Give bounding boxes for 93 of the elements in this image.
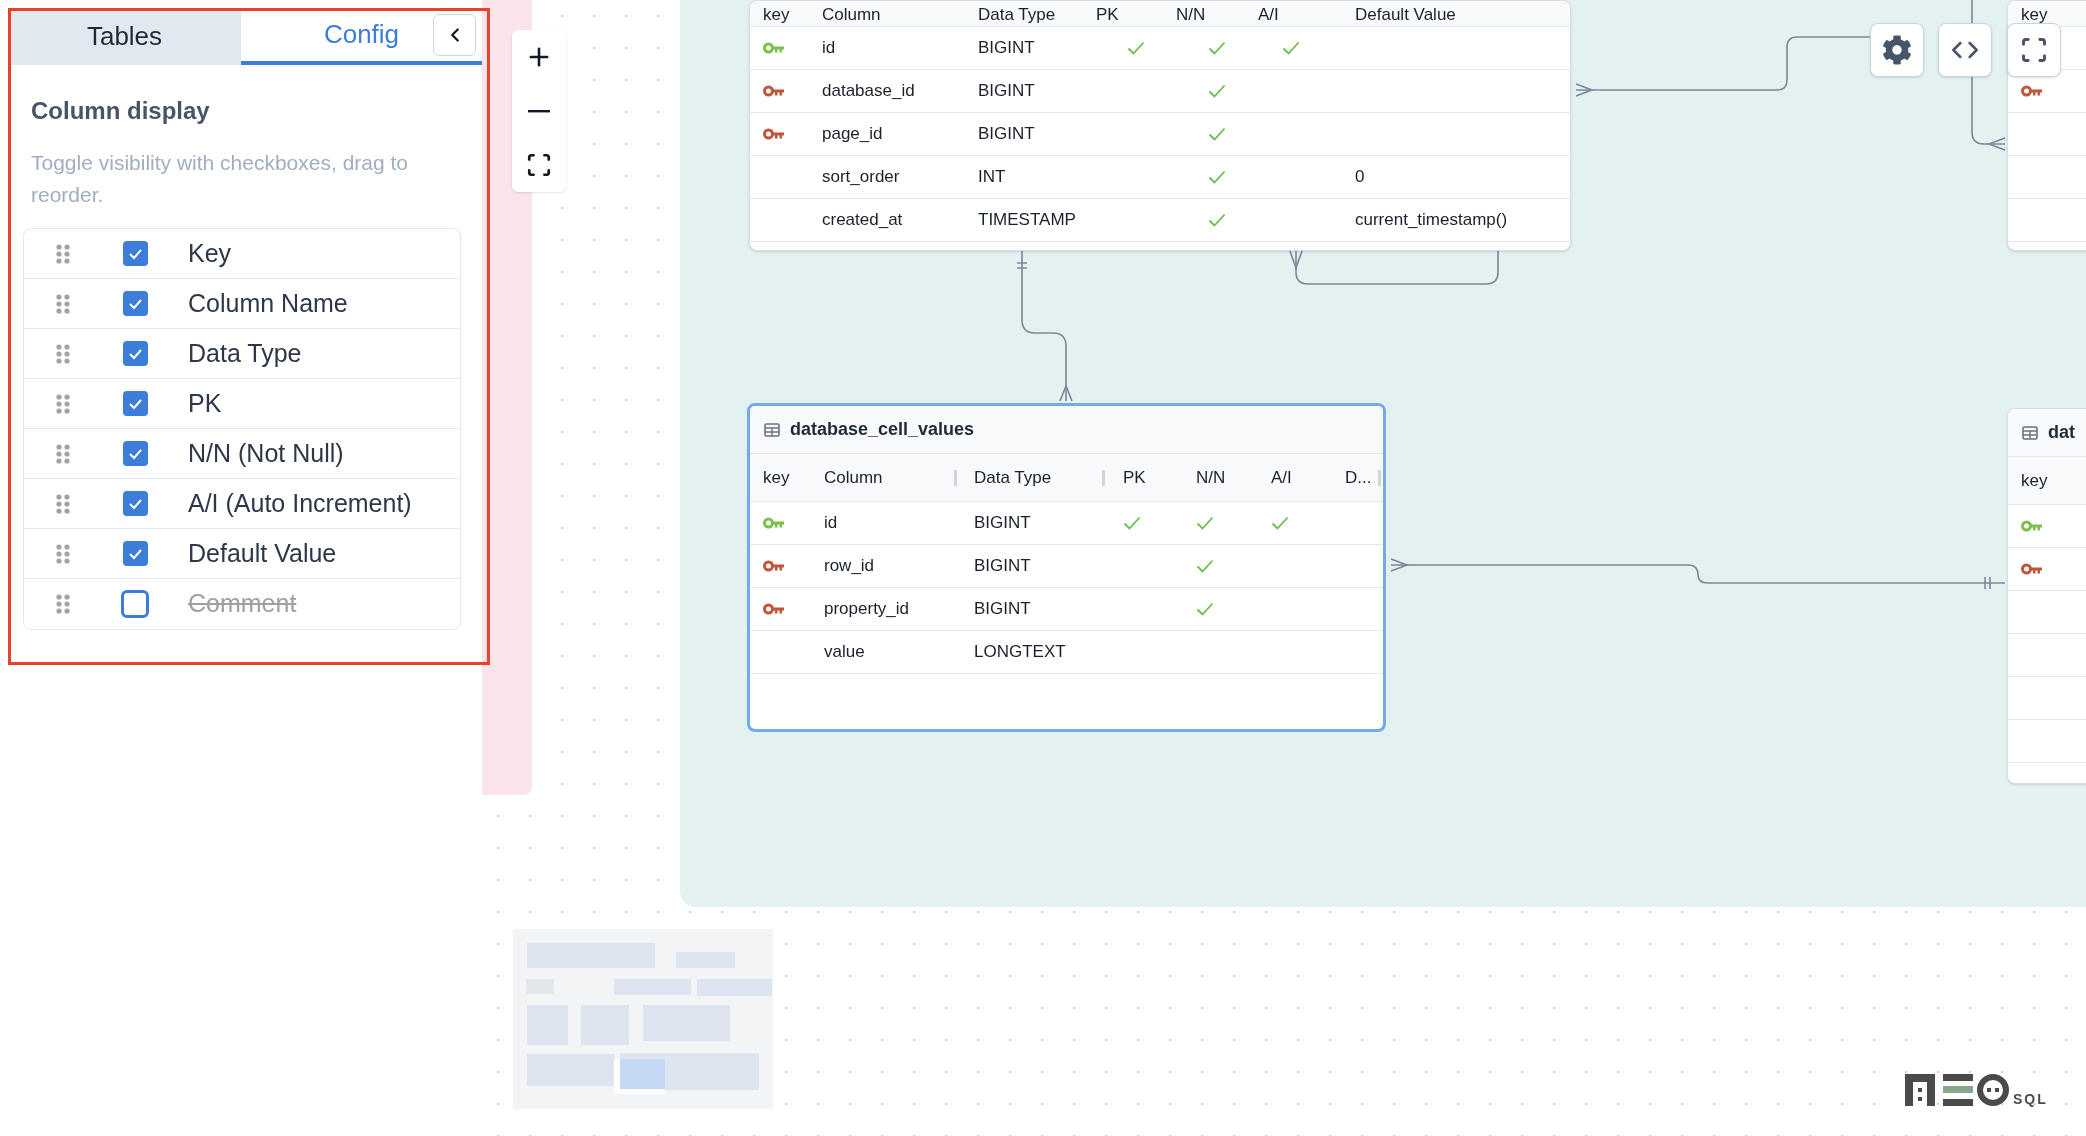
drag-handle-icon [56,443,70,464]
checkmark-icon [127,297,143,310]
table-icon [764,422,780,437]
column-option[interactable]: A/I (Auto Increment) [24,479,460,529]
settings-button[interactable] [1870,23,1924,77]
fullscreen-button[interactable] [2007,23,2061,77]
column-header: A/I [1258,4,1279,26]
column-option-label: Key [188,237,232,269]
column-name-cell-text: id [824,512,838,535]
column-option-label: N/N (Not Null) [188,437,344,469]
drag-handle-icon [56,594,70,614]
column-header: PK [1123,466,1146,489]
column-option-label: Column Name [188,287,348,319]
checkbox[interactable] [122,241,148,266]
drag-handle-icon [56,393,70,414]
collapse-button[interactable] [433,14,476,56]
data-type-cell-text: TIMESTAMP [978,209,1076,232]
data-type-cell-text: BIGINT [978,80,1035,103]
column-header: key [763,466,790,489]
column-option-label: Default Value [188,537,337,569]
column-header: Column [822,4,881,26]
default-value-cell-text: current_timestamp() [1355,209,1508,232]
column-name-cell-text: database_id [822,80,915,103]
column-header: key [763,4,790,26]
column-header: Data Type [974,466,1052,489]
minus-icon [528,109,550,113]
drag-handle-icon [56,243,70,264]
column-header: A/I [1271,466,1292,489]
checkbox[interactable] [121,590,149,618]
checkbox[interactable] [122,391,148,416]
column-header: key [2021,469,2048,492]
checkmark-icon [127,347,143,360]
column-option[interactable]: N/N (Not Null) [24,429,460,479]
checkmark-icon [127,397,143,410]
column-name-cell-text: value [824,641,865,664]
column-name-cell-text: id [822,37,836,60]
data-type-cell-text: BIGINT [978,37,1035,60]
section-title: Column display [31,96,211,126]
column-name-cell-text: created_at [822,209,903,232]
data-type-cell-text: INT [978,166,1006,189]
column-header: PK [1096,4,1119,26]
description: Toggle visibility with checkboxes, drag to reorder. [31,150,409,208]
table-card[interactable]: dat key [2007,408,2086,784]
table-title: database_cell_values [790,418,975,441]
code-button[interactable] [1938,23,1992,77]
checkbox[interactable] [122,441,148,466]
column-header: N/N [1196,466,1226,489]
column-header: Data Type [978,4,1056,26]
column-header: N/N [1176,4,1206,26]
tab[interactable]: Tables [8,8,241,65]
column-name-cell-text: row_id [824,555,875,578]
column-option[interactable]: Default Value [24,529,460,579]
data-type-cell-text: BIGINT [978,123,1035,146]
column-header: key [2021,4,2048,26]
table-card[interactable]: key Column Data Type PK N/N A/I Default Value id BIGINT database_id BIGINT page_id BIGINT sort_order INT 0 created_at TIMESTAMP current_timestamp() [749,0,1571,251]
checkbox[interactable] [122,491,148,516]
column-option-label: Data Type [188,337,302,369]
checkbox[interactable] [122,541,148,566]
checkmark-icon [127,247,143,260]
column-option-label: Comment [188,588,297,620]
data-type-cell-text: BIGINT [974,512,1031,535]
settings-icon [1882,35,1912,65]
checkbox[interactable] [122,291,148,316]
table-icon [2022,425,2038,440]
table-title: dat [2048,421,2075,444]
column-option[interactable]: PK [24,379,460,429]
column-option[interactable]: Key [24,229,460,279]
drag-handle-icon [56,493,70,514]
table-card[interactable]: database_cell_values key Column Data Type PK N/N A/I D... id BIGINT row_id BIGINT property_id BIGINT value LONGTEXT [747,403,1386,732]
column-name-cell-text: sort_order [822,166,900,189]
checkmark-icon [127,447,143,460]
drag-handle-icon [56,543,70,564]
data-type-cell-text: BIGINT [974,555,1031,578]
data-type-cell-text: LONGTEXT [974,641,1066,664]
fit-view-icon [526,152,552,178]
column-option-label: PK [188,387,222,419]
column-header: Column [824,466,883,489]
logo-suffix: SQL [2013,1092,2048,1106]
column-option-label: A/I (Auto Increment) [188,487,412,519]
column-header: Default Value [1355,4,1456,26]
column-name-cell-text: page_id [822,123,883,146]
column-option[interactable]: Data Type [24,329,460,379]
column-name-cell-text: property_id [824,598,910,621]
column-option[interactable]: Column Name [24,279,460,329]
checkmark-icon [127,547,143,560]
data-type-cell-text: BIGINT [974,598,1031,621]
checkmark-icon [127,497,143,510]
drag-handle-icon [56,293,70,314]
default-value-cell-text: 0 [1355,166,1365,189]
checkbox[interactable] [122,341,148,366]
fullscreen-icon [2020,36,2048,64]
column-header: D... [1345,466,1372,489]
drag-handle-icon [56,343,70,364]
